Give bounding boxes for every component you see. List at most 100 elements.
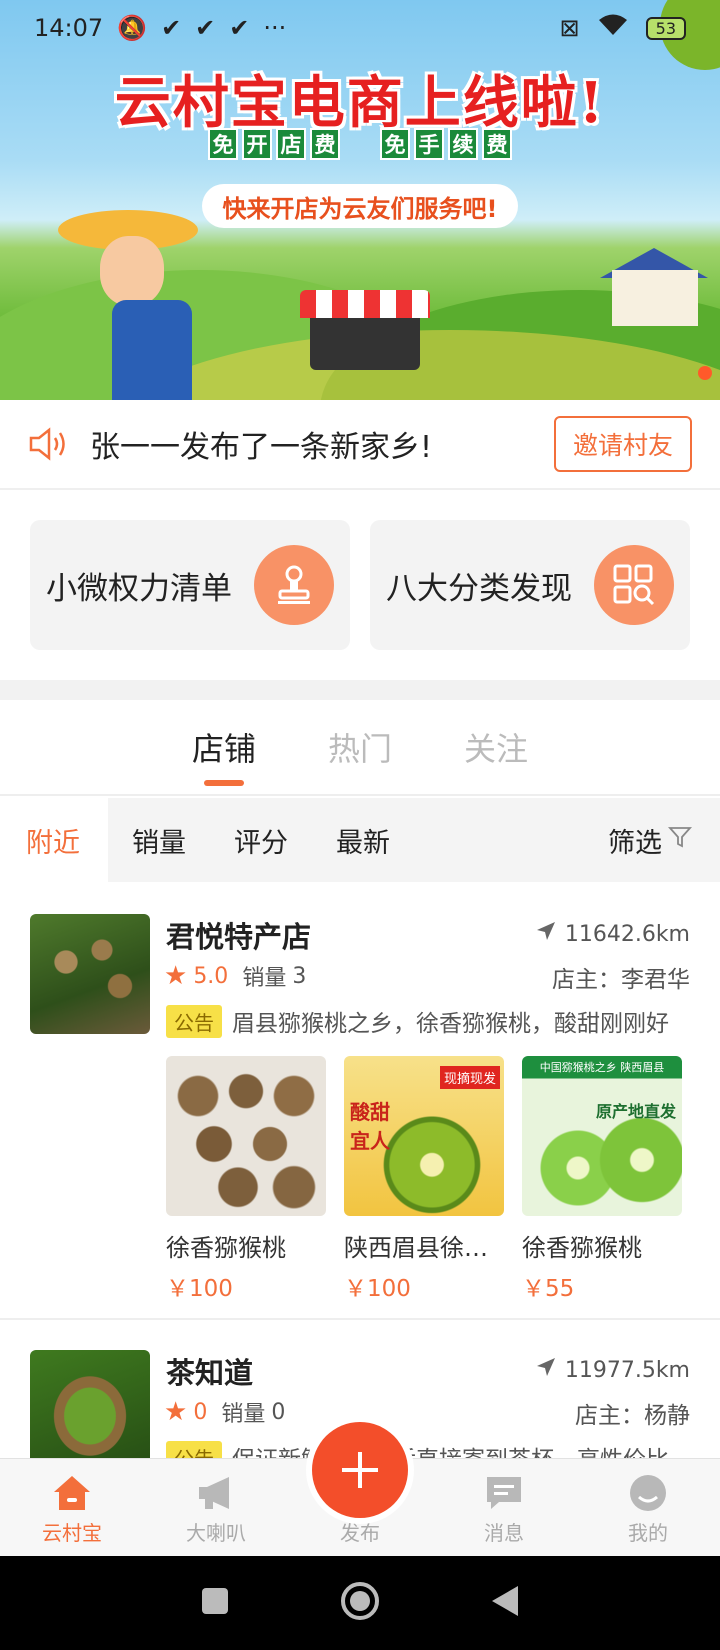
carousel-indicator xyxy=(698,366,712,380)
distance-value: 11642.6km xyxy=(564,921,690,947)
feature-label: 八大分类发现 xyxy=(386,570,572,607)
nav-label: 发布 xyxy=(340,1521,380,1545)
store-rating: ★ 5.0 销量 3 xyxy=(164,960,306,992)
nav-label: 云村宝 xyxy=(42,1521,102,1545)
product-item[interactable]: 徐香猕猴桃 ￥100 xyxy=(166,1056,326,1303)
megaphone-icon xyxy=(194,1473,238,1513)
farmer-face-illustration xyxy=(100,236,164,306)
filter-button[interactable]: 筛选 xyxy=(584,798,720,882)
location-arrow-icon xyxy=(535,1356,557,1384)
nav-item-messages[interactable]: 消息 xyxy=(432,1459,576,1556)
category-search-icon xyxy=(594,545,674,625)
store-notice: 公告 眉县猕猴桃之乡，徐香猕猴桃，酸甜刚刚好 xyxy=(166,1004,692,1038)
distance-value: 11977.5km xyxy=(564,1357,690,1383)
speaker-icon xyxy=(28,424,72,464)
plus-icon xyxy=(342,1452,378,1488)
store-distance: 11977.5km xyxy=(535,1356,690,1384)
product-badge: 现摘现发 xyxy=(439,1066,500,1089)
notice-text: 眉县猕猴桃之乡，徐香猕猴桃，酸甜刚刚好 xyxy=(232,1011,669,1037)
back-icon[interactable] xyxy=(490,1584,520,1622)
rating-value: 0 xyxy=(193,1399,208,1425)
status-time: 14:07 xyxy=(34,14,104,42)
filter-newest[interactable]: 最新 xyxy=(312,798,414,882)
filter-nearby[interactable]: 附近 xyxy=(0,798,108,882)
product-overlay-text: 酸甜宜人 xyxy=(350,1100,390,1153)
tag-char: 手 xyxy=(414,128,444,160)
nav-item-profile[interactable]: 我的 xyxy=(576,1459,720,1556)
tag-char: 费 xyxy=(310,128,340,160)
product-image[interactable] xyxy=(166,1056,326,1216)
store-distance: 11642.6km xyxy=(535,920,690,948)
tag-group-no-shop-fee: 免 开 店 费 xyxy=(208,128,340,160)
tag-char: 免 xyxy=(208,128,238,160)
publish-button[interactable] xyxy=(312,1422,408,1518)
tab-shops[interactable]: 店铺 xyxy=(192,724,256,794)
nav-label: 大喇叭 xyxy=(186,1521,246,1545)
product-price: ￥100 xyxy=(166,1276,233,1302)
store-owner: 店主：李君华 xyxy=(552,967,690,993)
home-icon xyxy=(50,1473,94,1513)
star-icon: ★ xyxy=(164,1397,188,1427)
shop-awning-illustration xyxy=(300,290,430,318)
product-name: 徐香猕猴桃 xyxy=(522,1234,642,1262)
section-separator xyxy=(0,680,720,700)
invite-button[interactable]: 邀请村友 xyxy=(554,416,692,472)
banner[interactable]: 14:07 🔕 ✔ ✔ ✔ ··· ⊠ 53 云村宝电商上线啦! 免 开 店 费… xyxy=(0,0,720,400)
home-button-icon[interactable] xyxy=(340,1581,380,1625)
farmer-body-illustration xyxy=(112,300,192,400)
stamp-icon xyxy=(254,545,334,625)
banner-slogan: 快来开店为云友们服务吧! xyxy=(202,184,518,228)
nav-item-home[interactable]: 云村宝 xyxy=(0,1459,144,1556)
product-overlay-title: 中国猕猴桃之乡 陕西眉县 xyxy=(539,1061,665,1074)
wifi-icon xyxy=(598,13,628,43)
banner-title: 云村宝电商上线啦! xyxy=(114,70,606,136)
recent-apps-icon[interactable] xyxy=(200,1586,230,1620)
profile-icon xyxy=(626,1473,670,1513)
filter-rating[interactable]: 评分 xyxy=(210,798,312,882)
product-overlay-text: 原产地直发 xyxy=(595,1102,676,1121)
product-list: 徐香猕猴桃 ￥100 现摘现发 酸甜宜人 陕西眉县徐香猕猴桃 ￥100 中国猕猴… xyxy=(166,1056,682,1303)
tag-group-no-fee: 免 手 续 费 xyxy=(380,128,512,160)
store-name[interactable]: 茶知道 xyxy=(166,1350,253,1392)
feature-card-category-discover[interactable]: 八大分类发现 xyxy=(370,520,690,650)
tab-label: 关注 xyxy=(464,730,529,768)
store-thumbnail[interactable] xyxy=(30,914,150,1034)
product-item[interactable]: 中国猕猴桃之乡 陕西眉县 原产地直发 徐香猕猴桃 ￥55 xyxy=(522,1056,682,1303)
store-name[interactable]: 君悦特产店 xyxy=(166,914,311,956)
product-image[interactable]: 中国猕猴桃之乡 陕西眉县 原产地直发 xyxy=(522,1056,682,1216)
banner-tags: 免 开 店 费 免 手 续 费 xyxy=(0,128,720,160)
store-thumbnail[interactable] xyxy=(30,1350,150,1470)
sales-label: 销量 xyxy=(221,1402,266,1427)
product-price: ￥100 xyxy=(344,1276,411,1302)
sales-value: 0 xyxy=(271,1399,286,1425)
feature-card-power-list[interactable]: 小微权力清单 xyxy=(30,520,350,650)
product-name: 徐香猕猴桃 xyxy=(166,1234,286,1262)
more-icon: ··· xyxy=(263,14,287,42)
tab-following[interactable]: 关注 xyxy=(464,724,528,794)
notice-tag: 公告 xyxy=(166,1004,222,1038)
announcement-text[interactable]: 张一一发布了一条新家乡! xyxy=(90,422,554,466)
tag-char: 免 xyxy=(380,128,410,160)
status-bar: 14:07 🔕 ✔ ✔ ✔ ··· ⊠ 53 xyxy=(0,0,720,56)
filter-sales[interactable]: 销量 xyxy=(108,798,210,882)
product-item[interactable]: 现摘现发 酸甜宜人 陕西眉县徐香猕猴桃 ￥100 xyxy=(344,1056,504,1303)
rating-value: 5.0 xyxy=(193,963,229,989)
system-nav-bar xyxy=(0,1556,720,1650)
mute-icon: 🔕 xyxy=(117,14,148,42)
feature-label: 小微权力清单 xyxy=(46,570,232,607)
nav-item-megaphone[interactable]: 大喇叭 xyxy=(144,1459,288,1556)
check-icon: ✔ xyxy=(195,14,216,42)
filter-label: 筛选 xyxy=(608,827,662,859)
nav-label: 消息 xyxy=(484,1521,524,1545)
store-rating: ★ 0 销量 0 xyxy=(164,1396,285,1428)
tab-hot[interactable]: 热门 xyxy=(328,724,392,794)
product-image[interactable]: 现摘现发 酸甜宜人 xyxy=(344,1056,504,1216)
funnel-icon xyxy=(667,825,693,856)
battery-icon: 53 xyxy=(645,16,686,40)
feature-cards: 小微权力清单 八大分类发现 xyxy=(0,492,720,678)
tag-char: 店 xyxy=(276,128,306,160)
check-icon: ✔ xyxy=(229,14,250,42)
tab-label: 热门 xyxy=(327,730,392,768)
sales-label: 销量 xyxy=(242,966,287,991)
tag-char: 开 xyxy=(242,128,272,160)
